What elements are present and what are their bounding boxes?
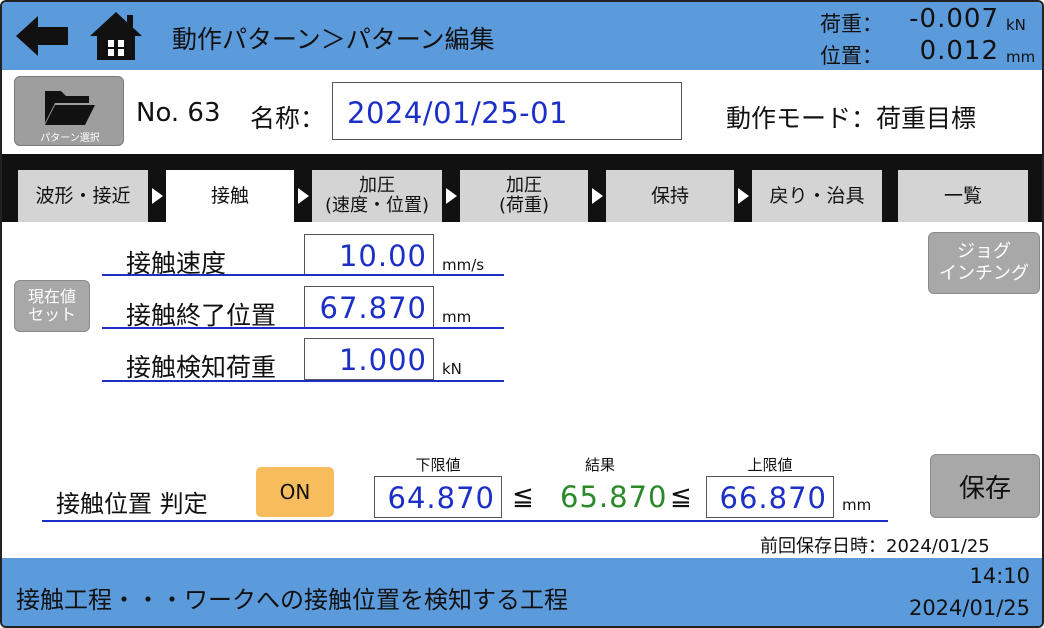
position-unit: mm [1006, 48, 1036, 66]
upper-limit-input[interactable]: 66.870 [706, 476, 834, 518]
footer-bar: 接触工程・・・ワークへの接触位置を検知する工程 14:10 2024/01/25 [2, 558, 1042, 626]
tab-pressure-speed-position[interactable]: 加圧 (速度・位置) [312, 170, 442, 222]
pattern-name-value: 2024/01/25-01 [347, 96, 569, 130]
footer-time: 14:10 [969, 564, 1030, 588]
set-current-value-button[interactable]: 現在値 セット [14, 280, 90, 332]
contact-detect-load-input[interactable]: 1.000 [304, 338, 434, 380]
tab-arrow-icon [446, 188, 457, 204]
jog-inching-label: ジョグ インチング [939, 241, 1029, 284]
contact-detect-load-unit: kN [442, 360, 462, 378]
judgement-divider [42, 520, 888, 522]
load-unit: kN [1006, 16, 1026, 34]
pattern-name-input[interactable]: 2024/01/25-01 [332, 82, 682, 140]
header-bar: 動作パターン＞パターン編集 荷重： -0.007 kN 位置： 0.012 mm [2, 2, 1042, 70]
contact-detect-load-value: 1.000 [338, 343, 427, 377]
save-button[interactable]: 保存 [930, 454, 1040, 518]
tab-list[interactable]: 一覧 [898, 170, 1028, 222]
tab-arrow-icon [152, 188, 163, 204]
tab-pressure-load[interactable]: 加圧 (荷重) [460, 170, 588, 222]
judgement-toggle-label: ON [279, 480, 311, 504]
tab-arrow-icon [298, 188, 309, 204]
contact-end-position-unit: mm [442, 308, 472, 326]
last-saved-datetime: 前回保存日時：2024/01/25 [760, 536, 990, 557]
name-label: 名称： [250, 104, 326, 133]
contact-position-judgement-label: 接触位置 判定 [56, 490, 208, 518]
result-value: 65.870 [560, 480, 668, 514]
tab-label: 加圧 (速度・位置) [324, 175, 430, 216]
row-divider [102, 274, 504, 276]
contact-end-position-value: 67.870 [319, 291, 427, 325]
step-description: 接触工程・・・ワークへの接触位置を検知する工程 [16, 586, 568, 614]
back-arrow-icon[interactable] [14, 14, 70, 58]
tab-contact[interactable]: 接触 [166, 170, 294, 222]
tab-label: 戻り・治具 [769, 185, 865, 207]
page-title: 動作パターン＞パターン編集 [172, 25, 495, 54]
judgement-unit: mm [842, 496, 872, 514]
tab-label: 加圧 (荷重) [498, 175, 550, 216]
tab-arrow-icon [738, 188, 749, 204]
tab-arrow-icon [592, 188, 603, 204]
contact-speed-unit: mm/s [442, 256, 485, 274]
tab-bar: 波形・接近 接触 加圧 (速度・位置) 加圧 (荷重) 保持 戻り・治具 一覧 [2, 154, 1042, 222]
upper-limit-label: 上限値 [747, 456, 793, 474]
footer-date: 2024/01/25 [908, 596, 1030, 620]
jog-inching-button[interactable]: ジョグ インチング [928, 232, 1040, 294]
tab-label: 波形・接近 [35, 185, 131, 207]
folder-icon [43, 85, 97, 127]
load-value: -0.007 [909, 4, 999, 34]
row-divider [102, 380, 504, 382]
lower-limit-input[interactable]: 64.870 [374, 476, 502, 518]
lower-limit-value: 64.870 [387, 481, 495, 515]
pattern-select-label: パターン選択 [40, 133, 100, 144]
leq-symbol: ≦ [512, 482, 534, 512]
contact-speed-value: 10.00 [338, 239, 427, 273]
operation-mode: 動作モード：荷重目標 [726, 104, 977, 133]
app-frame: 動作パターン＞パターン編集 荷重： -0.007 kN 位置： 0.012 mm… [0, 0, 1044, 628]
contact-speed-input[interactable]: 10.00 [304, 234, 434, 276]
tab-hold[interactable]: 保持 [606, 170, 734, 222]
position-value: 0.012 [919, 36, 999, 66]
row-divider [102, 327, 504, 329]
judgement-toggle-button[interactable]: ON [256, 467, 334, 517]
contact-detect-load-label: 接触検知荷重 [126, 353, 277, 382]
tab-return-jig[interactable]: 戻り・治具 [752, 170, 882, 222]
tab-waveform-approach[interactable]: 波形・接近 [18, 170, 148, 222]
tab-label: 保持 [650, 185, 689, 207]
leq-symbol: ≦ [670, 482, 692, 512]
lower-limit-label: 下限値 [415, 456, 461, 474]
pattern-number: No. 63 [136, 98, 221, 128]
upper-limit-value: 66.870 [719, 481, 827, 515]
pattern-select-button[interactable]: パターン選択 [14, 76, 124, 146]
home-icon[interactable] [88, 10, 144, 62]
result-label: 結果 [584, 456, 615, 474]
tab-label: 接触 [210, 185, 249, 207]
save-button-label: 保存 [958, 473, 1011, 504]
set-current-value-label: 現在値 セット [27, 287, 76, 324]
tab-label: 一覧 [943, 185, 982, 207]
contact-end-position-input[interactable]: 67.870 [304, 286, 434, 328]
